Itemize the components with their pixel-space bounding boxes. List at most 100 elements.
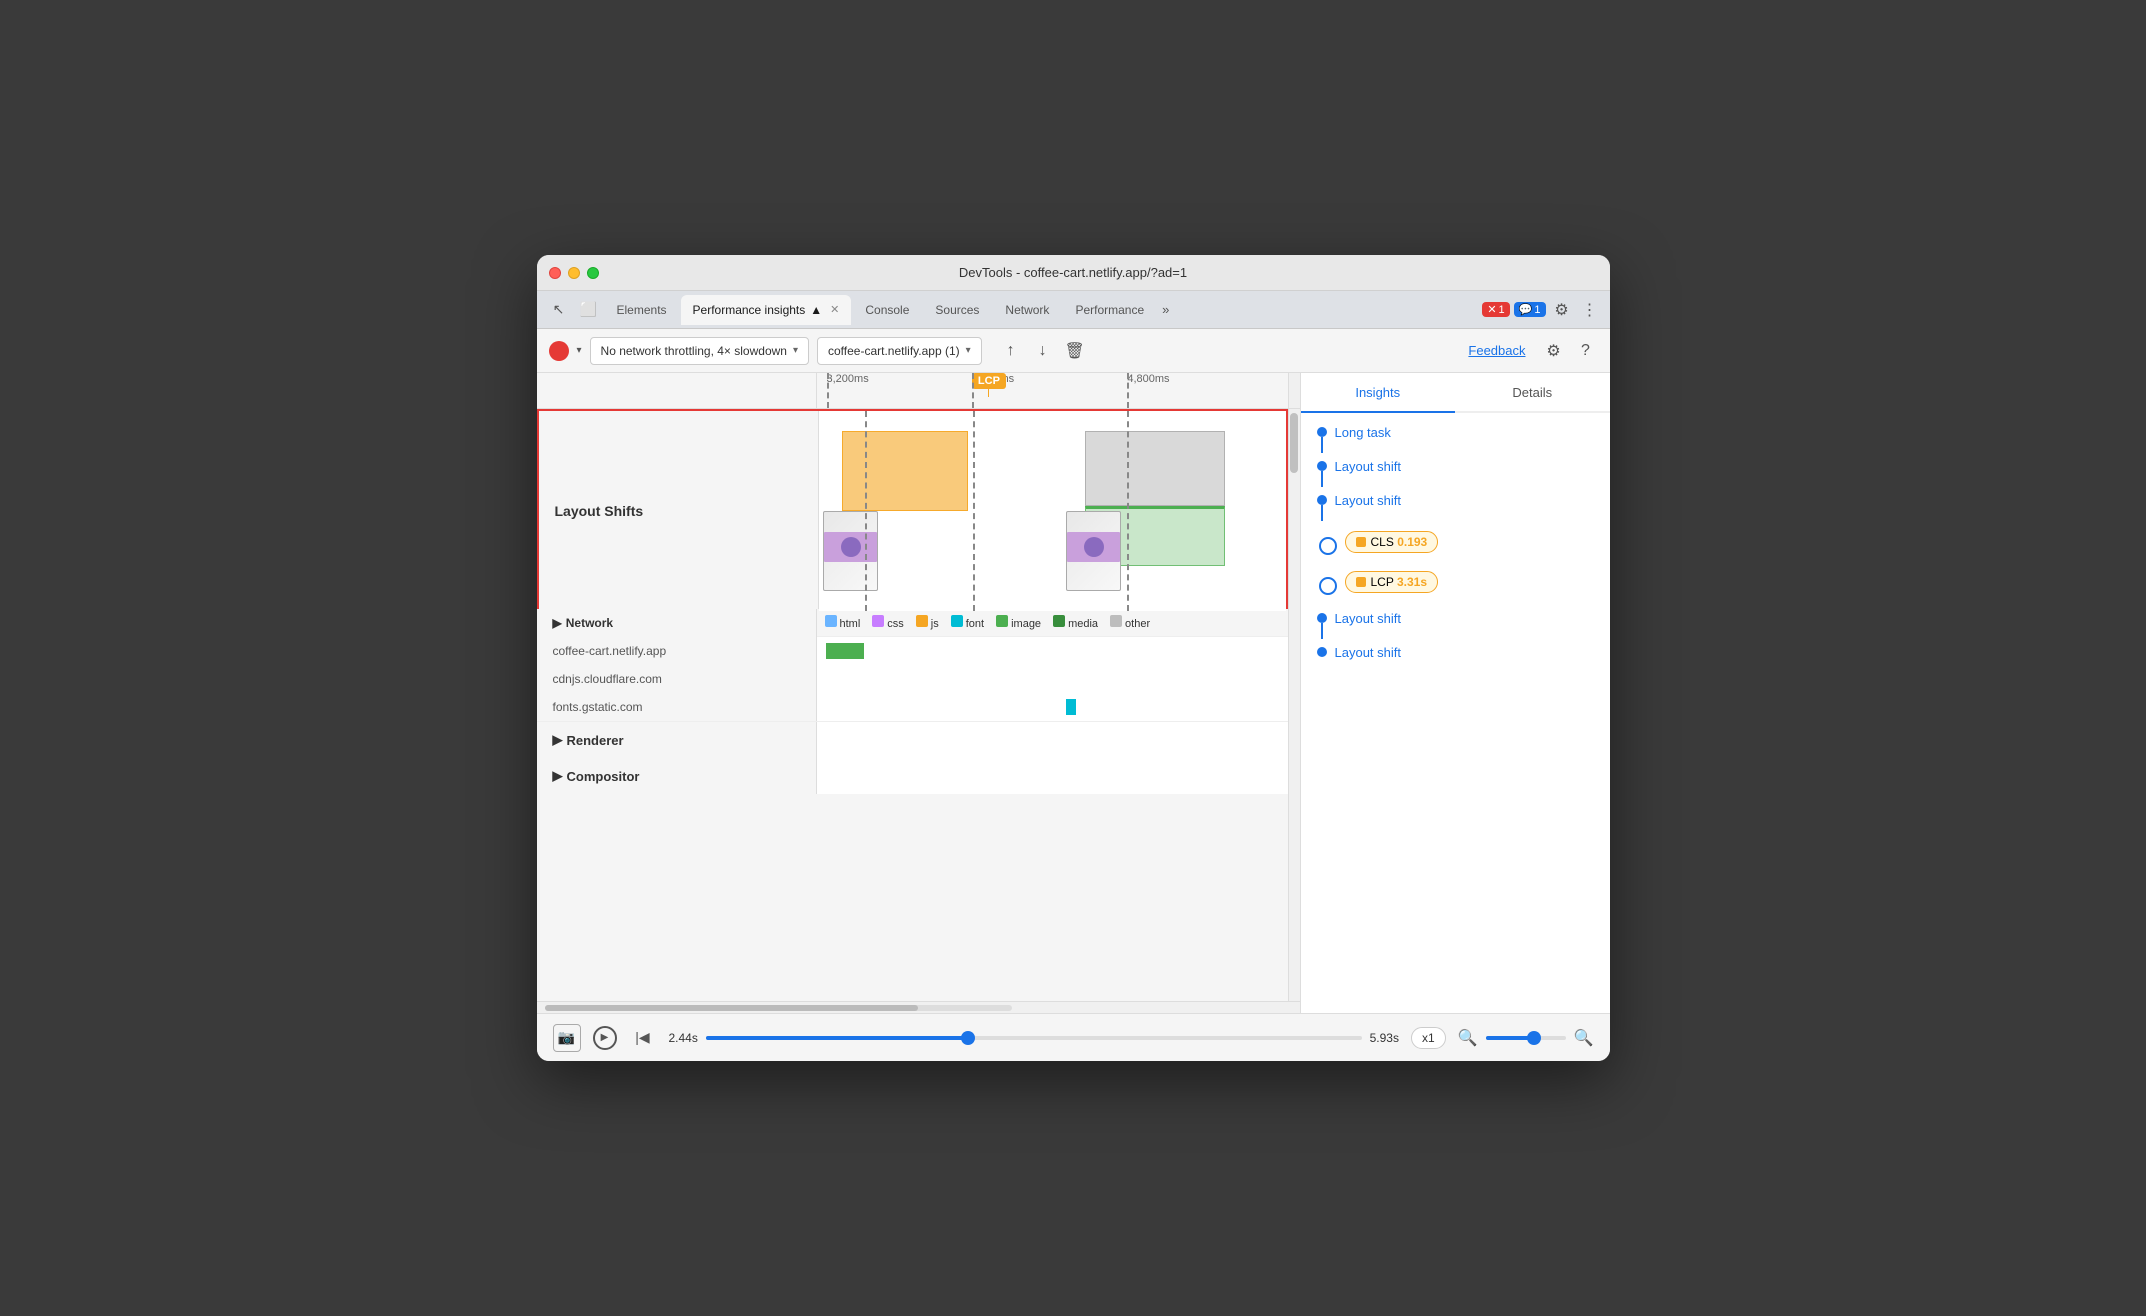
time-marker-1: 3,200ms bbox=[827, 373, 869, 385]
tab-performance-insights[interactable]: Performance insights ▲ ✕ bbox=[681, 295, 852, 325]
tab-badges: ✕ 1 💬 1 ⚙ ⋮ bbox=[1482, 298, 1601, 322]
timeline-line-3 bbox=[1321, 505, 1323, 521]
timeline-dot-2 bbox=[1317, 461, 1327, 471]
timeline-connector-2 bbox=[1317, 461, 1327, 487]
tab-close-icon[interactable]: ✕ bbox=[830, 303, 839, 316]
maximize-button[interactable] bbox=[587, 267, 599, 279]
timeline-dot-5 bbox=[1317, 647, 1327, 657]
long-task-link[interactable]: Long task bbox=[1335, 425, 1391, 440]
insight-long-task: Long task bbox=[1317, 425, 1594, 453]
range-slider-track[interactable] bbox=[706, 1036, 1362, 1040]
help-icon[interactable]: ? bbox=[1574, 339, 1598, 363]
insights-content: Long task Layout shift Layout bbox=[1301, 413, 1610, 1013]
zoom-slider-track[interactable] bbox=[1486, 1036, 1566, 1040]
close-button[interactable] bbox=[549, 267, 561, 279]
traffic-lights bbox=[549, 267, 599, 279]
timeline-connector-1 bbox=[1317, 427, 1327, 453]
network-url-3: fonts.gstatic.com bbox=[537, 693, 817, 721]
record-button[interactable] bbox=[549, 341, 569, 361]
url-select[interactable]: coffee-cart.netlify.app (1) ▾ bbox=[817, 337, 982, 365]
device-icon[interactable]: ⬜ bbox=[575, 296, 603, 324]
play-button[interactable]: ▶ bbox=[593, 1026, 617, 1050]
download-icon[interactable]: ↓ bbox=[1030, 338, 1056, 364]
scrollbar-thumb[interactable] bbox=[1290, 413, 1298, 473]
more-options-icon[interactable]: ⋮ bbox=[1578, 298, 1602, 322]
lcp-marker: LCP bbox=[972, 373, 1006, 397]
content-area: 3,200ms 4,000ms 4,800ms LCP bbox=[537, 373, 1300, 1013]
layout-shift-link-2[interactable]: Layout shift bbox=[1335, 493, 1402, 508]
timeline-scrubber[interactable]: 2.44s 5.93s bbox=[669, 1031, 1399, 1045]
zoom-in-icon[interactable]: 🔍 bbox=[1574, 1028, 1594, 1048]
tab-sources[interactable]: Sources bbox=[923, 295, 991, 325]
screenshot-icon[interactable]: 📷 bbox=[553, 1024, 581, 1052]
range-thumb[interactable] bbox=[961, 1031, 975, 1045]
canvas-dashed-1 bbox=[865, 411, 867, 611]
record-dropdown-arrow[interactable]: ▾ bbox=[577, 345, 582, 356]
layout-shift-link-3[interactable]: Layout shift bbox=[1335, 611, 1402, 626]
renderer-expand-icon: ▶ bbox=[553, 732, 563, 748]
legend-js: js bbox=[916, 615, 939, 630]
network-canvas-2 bbox=[817, 665, 1288, 693]
toolbar: ▾ No network throttling, 4× slowdown ▾ c… bbox=[537, 329, 1610, 373]
cursor-icon[interactable]: ↖ bbox=[545, 296, 573, 324]
speed-badge[interactable]: x1 bbox=[1411, 1027, 1446, 1049]
timeline-connector-4 bbox=[1317, 613, 1327, 639]
horizontal-scrollbar[interactable] bbox=[537, 1001, 1300, 1013]
h-scroll-thumb[interactable] bbox=[545, 1005, 919, 1011]
net-bar-font-1 bbox=[1066, 699, 1075, 715]
time-ruler: 3,200ms 4,000ms 4,800ms LCP bbox=[817, 373, 1288, 409]
settings-icon-2[interactable]: ⚙ bbox=[1542, 339, 1566, 363]
compositor-expand-icon: ▶ bbox=[553, 768, 563, 784]
right-panel: Insights Details Long task bbox=[1300, 373, 1610, 1013]
zoom-out-icon[interactable]: 🔍 bbox=[1458, 1028, 1478, 1048]
tab-console[interactable]: Console bbox=[853, 295, 921, 325]
insight-layout-shift-1: Layout shift bbox=[1317, 459, 1594, 487]
lcp-badge: LCP bbox=[972, 373, 1006, 389]
layout-shift-link-1[interactable]: Layout shift bbox=[1335, 459, 1402, 474]
scrollbar[interactable] bbox=[1288, 409, 1300, 1001]
timeline-dot-4 bbox=[1317, 613, 1327, 623]
skip-to-start-icon[interactable]: |◀ bbox=[629, 1024, 657, 1052]
timeline-line-2 bbox=[1321, 471, 1323, 487]
cls-badge-icon bbox=[1356, 537, 1366, 547]
layout-shift-link-4[interactable]: Layout shift bbox=[1335, 645, 1402, 660]
network-header-label[interactable]: ▶ Network bbox=[537, 609, 817, 637]
compositor-label[interactable]: ▶ Compositor bbox=[537, 758, 817, 794]
tab-insights[interactable]: Insights bbox=[1301, 373, 1456, 413]
delete-icon[interactable]: 🗑 bbox=[1062, 338, 1088, 364]
tab-network[interactable]: Network bbox=[993, 295, 1061, 325]
network-url-1: coffee-cart.netlify.app bbox=[537, 637, 817, 665]
tab-performance[interactable]: Performance bbox=[1063, 295, 1156, 325]
timeline-start: 2.44s bbox=[669, 1031, 698, 1045]
legend-media: media bbox=[1053, 615, 1098, 630]
legend-other: other bbox=[1110, 615, 1150, 630]
throttle-select[interactable]: No network throttling, 4× slowdown ▾ bbox=[590, 337, 809, 365]
timeline-end: 5.93s bbox=[1370, 1031, 1399, 1045]
error-badge: ✕ 1 bbox=[1482, 302, 1509, 317]
minimize-button[interactable] bbox=[568, 267, 580, 279]
zoom-thumb[interactable] bbox=[1527, 1031, 1541, 1045]
timeline-connector-3 bbox=[1317, 495, 1327, 521]
timeline-line-4 bbox=[1321, 623, 1323, 639]
tab-elements[interactable]: Elements bbox=[605, 295, 679, 325]
layout-shift-rect-gray bbox=[1085, 431, 1225, 506]
layout-shifts-label: Layout Shifts bbox=[539, 411, 819, 611]
insight-layout-shift-2: Layout shift bbox=[1317, 493, 1594, 521]
tab-details[interactable]: Details bbox=[1455, 373, 1610, 413]
layout-shifts-canvas[interactable] bbox=[819, 411, 1286, 611]
canvas-dashed-2 bbox=[973, 411, 975, 611]
upload-icon[interactable]: ↑ bbox=[998, 338, 1024, 364]
ruler-left-spacer bbox=[537, 373, 817, 409]
main-layout: 3,200ms 4,000ms 4,800ms LCP bbox=[537, 373, 1610, 1013]
timeline-dot-1 bbox=[1317, 427, 1327, 437]
feedback-link[interactable]: Feedback bbox=[1468, 343, 1525, 358]
lcp-badge-row: LCP 3.31s bbox=[1319, 571, 1594, 601]
network-canvas-1 bbox=[817, 637, 1288, 665]
compositor-canvas bbox=[817, 758, 1288, 794]
settings-icon[interactable]: ⚙ bbox=[1550, 298, 1574, 322]
network-legend: html css js font image media other bbox=[817, 609, 1288, 637]
renderer-label[interactable]: ▶ Renderer bbox=[537, 722, 817, 758]
more-tabs-button[interactable]: » bbox=[1162, 302, 1169, 317]
throttle-arrow-icon: ▾ bbox=[793, 345, 798, 356]
bottom-bar: 📷 ▶ |◀ 2.44s 5.93s x1 🔍 🔍 bbox=[537, 1013, 1610, 1061]
